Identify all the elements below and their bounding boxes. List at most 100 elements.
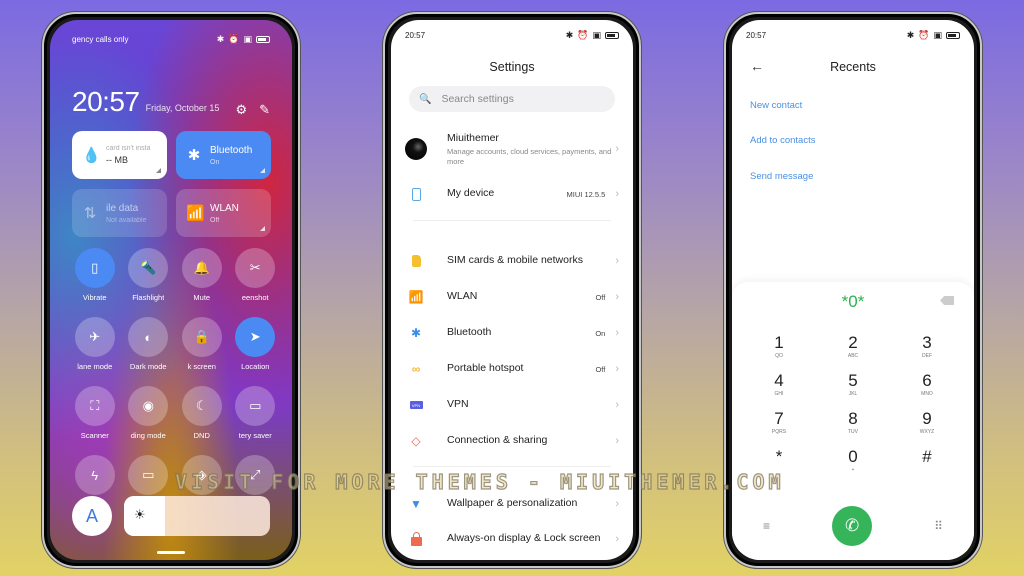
phone-control-center: gency calls only ✱ ⏰ ▣ 20:57 Friday, Oct… bbox=[42, 12, 300, 568]
tile-mobile-data[interactable]: ⇅ ile data Not available bbox=[72, 189, 167, 237]
my-device-row[interactable]: My device MIUI 12.5.5 › bbox=[405, 183, 619, 205]
key-1[interactable]: 1 QO bbox=[742, 334, 816, 359]
arrows-updown-icon: ⇅ bbox=[83, 205, 97, 222]
toggle-eye[interactable]: ◉ ding mode bbox=[122, 386, 176, 440]
tile-wlan[interactable]: 📶 WLAN Off bbox=[176, 189, 271, 237]
settings-item-label: SIM cards & mobile networks bbox=[447, 254, 583, 267]
dial-actions: ≡ ✆ ⠿ bbox=[732, 506, 974, 546]
tile-bluetooth[interactable]: ✱ Bluetooth On bbox=[176, 131, 271, 179]
key-hash[interactable]: # bbox=[890, 448, 964, 473]
call-button[interactable]: ✆ bbox=[832, 506, 873, 546]
toggle-battery-saver[interactable]: ▭ tery saver bbox=[229, 386, 283, 440]
key-6[interactable]: 6 MNO bbox=[890, 372, 964, 397]
screenshot-icon: ✂ bbox=[235, 248, 276, 288]
settings-item-wallpaper[interactable]: ▼ Wallpaper & personalization › bbox=[405, 493, 619, 515]
add-to-contacts-link[interactable]: Add to contacts bbox=[750, 135, 815, 146]
vpn-icon: VPN bbox=[405, 394, 427, 416]
edit-icon[interactable]: ✎ bbox=[259, 102, 270, 118]
key-8[interactable]: 8 TUV bbox=[816, 410, 890, 435]
key-2[interactable]: 2 ABC bbox=[816, 334, 890, 359]
settings-item-lock-screen[interactable]: Always-on display & Lock screen › bbox=[405, 528, 619, 550]
key-star[interactable]: * bbox=[742, 448, 816, 473]
settings-item-wifi[interactable]: 📶 WLAN Off › bbox=[405, 286, 619, 308]
settings-item-bluetooth[interactable]: ✱ Bluetooth On › bbox=[405, 322, 619, 344]
toggle-lock[interactable]: 🔒 k screen bbox=[175, 317, 229, 371]
key-4[interactable]: 4 GHI bbox=[742, 372, 816, 397]
dialpad-toggle-icon[interactable]: ⠿ bbox=[934, 519, 943, 533]
settings-item-hotspot[interactable]: ∞ Portable hotspot Off › bbox=[405, 358, 619, 380]
settings-item-connection-sharing[interactable]: ◇ Connection & sharing › bbox=[405, 430, 619, 452]
toggle-bell[interactable]: 🔔 Mute bbox=[175, 248, 229, 302]
settings-item-label: VPN bbox=[447, 398, 469, 411]
toggle-scanner[interactable]: ⛶ Scanner bbox=[68, 386, 122, 440]
settings-item-value: On bbox=[595, 328, 606, 338]
toggle-dark-mode[interactable]: ◐ Dark mode bbox=[122, 317, 176, 371]
toggle-flashlight[interactable]: 🔦 Flashlight bbox=[122, 248, 176, 302]
key-9[interactable]: 9 WXYZ bbox=[890, 410, 964, 435]
key-digit: * bbox=[775, 447, 783, 466]
connection-sharing-icon: ◇ bbox=[411, 434, 421, 448]
account-name: Miuithemer bbox=[447, 132, 499, 144]
settings-item-label: Always-on display & Lock screen bbox=[447, 532, 601, 545]
settings-item-sim-card[interactable]: SIM cards & mobile networks › bbox=[405, 250, 619, 272]
toggle-airplane[interactable]: ✈ lane mode bbox=[68, 317, 122, 371]
tile-data-usage[interactable]: 💧 card isn't insta -- MB bbox=[72, 131, 167, 179]
toggle-vibrate[interactable]: ▯ Vibrate bbox=[68, 248, 122, 302]
tile-sub: -- MB bbox=[106, 155, 128, 165]
dialed-number: *0* bbox=[841, 292, 865, 311]
sim-icon: ▣ bbox=[933, 29, 942, 40]
settings-icon[interactable]: ⚙ bbox=[235, 102, 247, 118]
status-icons: ✱ ⏰ ▣ bbox=[907, 30, 960, 41]
sim-icon: ▣ bbox=[592, 29, 601, 40]
key-letters: QO bbox=[775, 353, 783, 359]
alarm-icon: ⏰ bbox=[577, 29, 589, 40]
search-icon: 🔍 bbox=[419, 93, 432, 105]
lightning-icon: ϟ bbox=[74, 455, 115, 495]
eye-icon: ◉ bbox=[128, 386, 169, 426]
menu-icon[interactable]: ≡ bbox=[763, 519, 770, 533]
toggle-rotate[interactable]: ⤢ bbox=[229, 455, 283, 500]
settings-screen: 20:57 ✱ ⏰ ▣ Settings 🔍 Miuithemer Manage… bbox=[391, 20, 633, 560]
toggle-moon[interactable]: ☾ DND bbox=[175, 386, 229, 440]
new-contact-link[interactable]: New contact bbox=[750, 100, 802, 111]
chevron-right-icon: › bbox=[615, 498, 619, 510]
key-5[interactable]: 5 JKL bbox=[816, 372, 890, 397]
bluetooth-icon: ✱ bbox=[187, 147, 201, 164]
toggle-lightning[interactable]: ϟ bbox=[68, 455, 122, 500]
status-bar: 20:57 ✱ ⏰ ▣ bbox=[405, 28, 619, 42]
key-digit: 1 bbox=[774, 333, 784, 352]
settings-item-label: Bluetooth bbox=[447, 326, 492, 339]
rotate-icon: ⤢ bbox=[235, 455, 276, 495]
key-0[interactable]: 0 + bbox=[816, 448, 890, 473]
battery-icon bbox=[605, 31, 619, 39]
toggle-location[interactable]: ➤ Location bbox=[229, 317, 283, 371]
home-indicator[interactable] bbox=[157, 551, 185, 554]
brightness-slider[interactable]: ☀ bbox=[124, 496, 270, 536]
key-letters: GHI bbox=[774, 391, 784, 397]
toggle-label: k screen bbox=[187, 362, 216, 371]
chevron-right-icon: › bbox=[615, 363, 619, 375]
brightness-row: A ☀ bbox=[72, 496, 270, 536]
settings-item-label: Portable hotspot bbox=[447, 362, 524, 375]
toggle-sync[interactable]: ◈ bbox=[175, 455, 229, 500]
tile-title: ile data bbox=[106, 202, 139, 214]
search-input[interactable] bbox=[441, 93, 592, 105]
key-7[interactable]: 7 PQRS bbox=[742, 410, 816, 435]
key-3[interactable]: 3 DEF bbox=[890, 334, 964, 359]
phone-icon: ✆ bbox=[844, 516, 860, 535]
expand-corner-icon bbox=[156, 168, 161, 173]
settings-item-label: WLAN bbox=[447, 290, 478, 303]
toggle-cast[interactable]: ▭ bbox=[122, 455, 176, 500]
settings-item-vpn[interactable]: VPN VPN › bbox=[405, 394, 619, 416]
send-message-link[interactable]: Send message bbox=[750, 171, 813, 182]
account-row[interactable]: Miuithemer Manage accounts, cloud servic… bbox=[405, 132, 619, 166]
key-digit: 5 bbox=[848, 371, 858, 390]
expand-corner-icon bbox=[260, 226, 265, 231]
toggle-screenshot[interactable]: ✂ eenshot bbox=[229, 248, 283, 302]
header-icons: ⚙ ✎ bbox=[235, 102, 270, 118]
drop-icon: 💧 bbox=[82, 147, 101, 164]
auto-brightness-button[interactable]: A bbox=[72, 496, 112, 536]
clock-time: 20:57 bbox=[72, 86, 140, 117]
search-bar[interactable]: 🔍 bbox=[409, 86, 615, 112]
tile-sub: Not available bbox=[106, 216, 147, 224]
